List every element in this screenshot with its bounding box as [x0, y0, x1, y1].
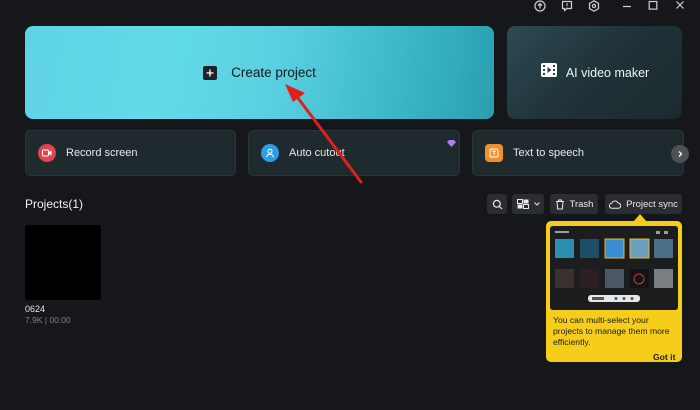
chevron-right-icon	[678, 151, 683, 157]
scroll-right-button[interactable]	[671, 145, 689, 163]
view-mode-dropdown[interactable]	[512, 194, 544, 214]
projects-title: Projects(1)	[25, 197, 84, 211]
feedback-icon[interactable]	[557, 0, 577, 12]
ai-video-maker-card[interactable]: AI video maker	[507, 26, 682, 119]
close-icon[interactable]	[670, 0, 690, 12]
tooltip-preview-image	[550, 226, 678, 310]
film-icon	[540, 62, 558, 83]
record-screen-label: Record screen	[66, 147, 138, 159]
upload-icon[interactable]	[530, 0, 550, 12]
auto-cutout-label: Auto cutout	[289, 147, 345, 159]
maximize-icon[interactable]	[643, 0, 663, 12]
ai-video-maker-label: AI video maker	[565, 65, 650, 80]
record-icon	[38, 144, 56, 162]
text-to-speech-label: Text to speech	[513, 147, 584, 159]
chevron-down-icon	[533, 202, 540, 206]
trash-button[interactable]: Trash	[550, 194, 598, 214]
auto-cutout-tile[interactable]: Auto cutout	[248, 130, 460, 176]
person-icon	[261, 144, 279, 162]
plus-icon	[203, 65, 218, 80]
tooltip-text: You can multi-select your projects to ma…	[553, 315, 670, 347]
create-project-label: Create project	[231, 65, 316, 80]
premium-diamond-icon	[447, 134, 456, 152]
got-it-button[interactable]: Got it	[653, 352, 675, 362]
project-sync-button[interactable]: Project sync	[605, 194, 682, 214]
search-icon	[492, 199, 502, 209]
settings-icon[interactable]	[584, 0, 604, 12]
create-project-card[interactable]: Create project	[25, 26, 494, 119]
trash-label: Trash	[569, 198, 594, 210]
grid-view-icon	[516, 199, 529, 209]
search-button[interactable]	[487, 194, 507, 214]
minimize-icon[interactable]	[617, 0, 637, 12]
project-thumbnail[interactable]	[25, 225, 101, 300]
project-sync-label: Project sync	[626, 198, 678, 210]
cloud-sync-icon	[609, 199, 622, 209]
project-meta: 7.9K | 00:00	[25, 315, 71, 325]
project-name[interactable]: 0624	[25, 304, 45, 314]
record-screen-tile[interactable]: Record screen	[25, 130, 236, 176]
text-to-speech-tile[interactable]: Text to speech	[472, 130, 684, 176]
tts-icon	[485, 144, 503, 162]
trash-icon	[555, 199, 564, 209]
